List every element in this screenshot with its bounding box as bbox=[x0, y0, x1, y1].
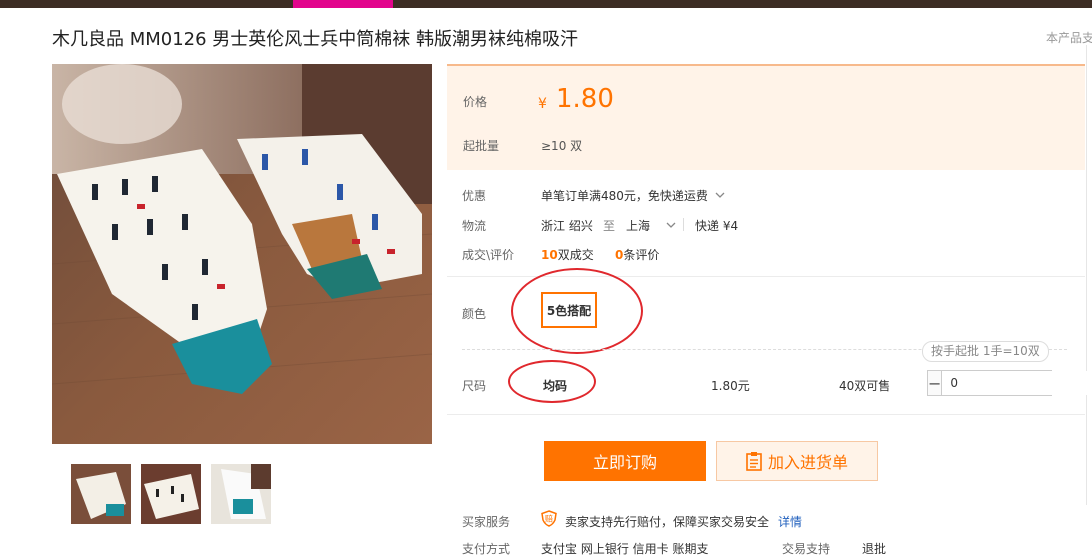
thumbnail-2[interactable] bbox=[141, 464, 201, 524]
top-nav-active-tab[interactable] bbox=[293, 0, 393, 8]
top-nav-bar bbox=[0, 0, 1092, 8]
side-note: 本产品支 bbox=[1046, 31, 1092, 45]
spec-bottom-divider bbox=[447, 414, 1085, 415]
quantity-stepper: − + bbox=[927, 370, 1092, 396]
reviews-unit: 条评价 bbox=[623, 248, 660, 262]
thumbnail-3[interactable] bbox=[211, 464, 271, 524]
express-fee: 快递 ¥4 bbox=[695, 219, 739, 233]
currency-symbol: ¥ bbox=[538, 96, 547, 112]
service-detail-link[interactable]: 详情 bbox=[778, 513, 802, 530]
annotation-circle-color bbox=[511, 268, 643, 354]
svg-text:赔: 赔 bbox=[545, 514, 553, 524]
right-divider bbox=[1086, 45, 1087, 505]
main-product-image[interactable] bbox=[52, 64, 432, 444]
logistics-divider bbox=[683, 218, 684, 231]
promo-text: 单笔订单满480元，免快递运费 bbox=[541, 189, 708, 203]
promo-label: 优惠 bbox=[462, 189, 487, 203]
deals-label: 成交\评价 bbox=[462, 248, 515, 262]
quantity-decrease-button[interactable]: − bbox=[928, 371, 943, 395]
price-label: 价格 bbox=[463, 95, 488, 109]
color-label: 颜色 bbox=[462, 307, 487, 321]
annotation-circle-size bbox=[508, 360, 596, 403]
destination-city: 上海 bbox=[626, 219, 651, 233]
size-price: 1.80元 bbox=[711, 379, 750, 393]
moq-value: ≥10 双 bbox=[541, 139, 583, 153]
add-to-order-list-button[interactable]: 加入进货单 bbox=[716, 441, 878, 481]
buy-now-button[interactable]: 立即订购 bbox=[544, 441, 706, 481]
logistics-to-word: 至 bbox=[603, 219, 616, 233]
deals-unit: 双成交 bbox=[557, 248, 594, 262]
promo-dropdown[interactable]: 单笔订单满480元，免快递运费 bbox=[541, 187, 725, 204]
chevron-down-icon bbox=[715, 192, 725, 198]
reviews-count-link[interactable]: 0条评价 bbox=[615, 246, 659, 263]
deals-count-link[interactable]: 10双成交 bbox=[541, 246, 594, 263]
chevron-down-icon bbox=[666, 222, 676, 228]
quantity-input[interactable] bbox=[942, 371, 1092, 395]
logistics-from: 浙江 绍兴 bbox=[541, 219, 593, 233]
price-value: 1.80 bbox=[556, 84, 614, 114]
payment-label: 支付方式 bbox=[462, 542, 511, 556]
buyer-service-text: 卖家支持先行赔付，保障买家交易安全 bbox=[565, 515, 770, 529]
shield-icon: 赔 bbox=[541, 510, 557, 527]
price-panel bbox=[447, 64, 1085, 170]
buyer-service-label: 买家服务 bbox=[462, 515, 511, 529]
moq-label: 起批量 bbox=[463, 139, 500, 153]
stock-count: 40双可售 bbox=[839, 379, 891, 393]
trade-support-label: 交易支持 bbox=[782, 542, 831, 556]
product-title: 木几良品 MM0126 男士英伦风士兵中筒棉袜 韩版潮男袜纯棉吸汗 bbox=[52, 29, 579, 50]
clipboard-icon bbox=[746, 452, 762, 471]
trade-support-value: 退批 bbox=[862, 542, 887, 556]
logistics-label: 物流 bbox=[462, 219, 487, 233]
size-label: 尺码 bbox=[462, 379, 487, 393]
destination-selector[interactable]: 上海 bbox=[626, 217, 676, 234]
add-to-order-list-label: 加入进货单 bbox=[767, 453, 848, 472]
batch-rule-badge: 按手起批 1手=10双 bbox=[922, 341, 1049, 362]
thumbnail-1[interactable] bbox=[71, 464, 131, 524]
payment-methods: 支付宝 网上银行 信用卡 账期支 bbox=[541, 542, 709, 556]
deals-count: 10 bbox=[541, 248, 558, 262]
